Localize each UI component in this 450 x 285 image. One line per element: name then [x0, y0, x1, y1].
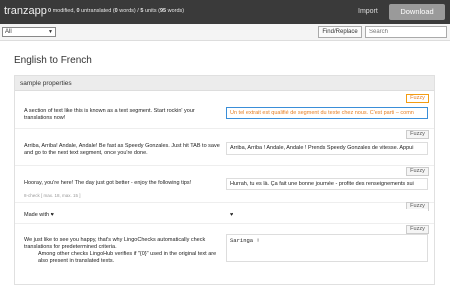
import-link[interactable]: Import [358, 8, 378, 15]
find-replace-button[interactable]: Find/Replace [318, 26, 362, 38]
language-pair-title: English to French [14, 55, 92, 66]
segment-source: We just like to see you happy, that's wh… [24, 237, 222, 265]
chevron-down-icon: ▼ [48, 29, 53, 35]
top-bar: tranzapp 0 modified, 0 untranslated (0 w… [0, 0, 450, 24]
segment-target-input[interactable]: Un tel extrait est qualifié de segment d… [226, 107, 428, 119]
segment-target-input[interactable]: Saringa ! [226, 234, 428, 262]
search-input[interactable] [365, 26, 447, 38]
filter-select[interactable]: All ▼ [2, 27, 56, 37]
project-stats: 0 modified, 0 untranslated (0 words) / 5… [48, 8, 185, 14]
fuzzy-button[interactable]: Fuzzy [406, 167, 429, 176]
segment-source: A section of text like this is known as … [24, 108, 195, 121]
download-button[interactable]: Download [389, 4, 445, 20]
segment-row: Fuzzy Arriba, Arriba! Andale, Andale! Be… [15, 129, 434, 166]
file-panel: sample properties Fuzzy A section of tex… [14, 75, 435, 285]
segment-target-input[interactable]: Arriba, Arriba ! Andale, Andale ! Prends… [226, 142, 428, 155]
fuzzy-button[interactable]: Fuzzy [406, 225, 429, 234]
filter-select-value: All [5, 29, 12, 35]
segment-source-line: Among other checks LingoHub verifies if … [38, 251, 217, 264]
segment-source: Made with ♥ [24, 212, 54, 218]
check-info: 8-check [ max. 18, max. 15 ] [24, 193, 81, 198]
segment-row: Fuzzy A section of text like this is kno… [15, 92, 434, 129]
segment-row: Fuzzy Hooray, you're here! The day just … [15, 166, 434, 203]
segment-target-input[interactable]: Hurrah, tu es là. Ça fait une bonne jour… [226, 178, 428, 190]
filter-bar: All ▼ Find/Replace [0, 24, 450, 41]
segment-row: Fuzzy We just like to see you happy, tha… [15, 224, 434, 284]
app-brand: tranzapp [4, 5, 47, 17]
segment-row: Fuzzy Made with ♥ ♥ [15, 202, 434, 224]
segment-source: Hooray, you're here! The day just got be… [24, 180, 192, 186]
segment-source-line: We just like to see you happy, that's wh… [24, 237, 206, 250]
segment-target-input[interactable]: ♥ [226, 209, 428, 220]
segment-source: Arriba, Arriba! Andale, Andale! Be fast … [24, 143, 220, 156]
panel-title: sample properties [15, 76, 434, 91]
fuzzy-button[interactable]: Fuzzy [406, 130, 429, 139]
fuzzy-button[interactable]: Fuzzy [406, 94, 429, 103]
